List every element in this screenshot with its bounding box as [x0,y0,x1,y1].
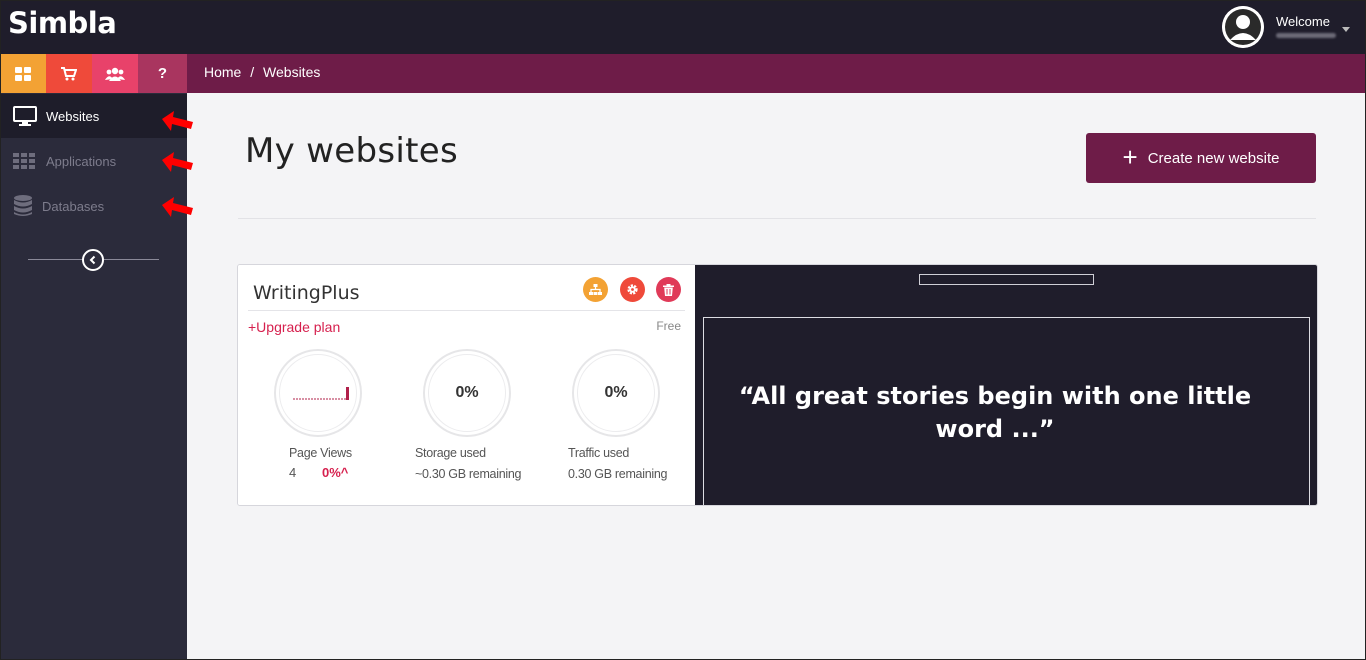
annotation-arrow-icon [162,111,193,131]
avatar[interactable] [1222,6,1264,48]
users-button[interactable] [92,54,138,93]
caret-down-icon[interactable] [1342,27,1350,32]
storage-gauge: 0% [423,349,511,437]
page-views-count: 4 [289,465,297,480]
plan-badge: Free [656,319,681,333]
sidebar-item-websites[interactable]: Websites [0,94,187,138]
breadcrumb-home[interactable]: Home [204,64,241,80]
user-menu[interactable]: Welcome [1222,6,1352,48]
page-title: My websites [245,131,458,171]
upgrade-plan-link[interactable]: +Upgrade plan [248,319,340,335]
traffic-remaining: 0.30 GB remaining [568,467,668,481]
traffic-value: 0% [577,354,655,432]
dashboard-grid-icon [15,66,31,81]
storage-remaining: ~0.30 GB remaining [415,467,522,481]
page-views-sparkline [293,387,349,400]
sidebar-item-label: Applications [46,153,117,169]
preview-quote: “All great stories begin with one little… [738,382,1252,443]
top-header: Simbla Welcome [0,0,1366,54]
create-website-label: Create new website [1147,149,1280,167]
title-divider [238,218,1316,219]
preview-nav-bar [919,274,1094,285]
apps-grid-icon [13,153,35,169]
collapse-sidebar-button[interactable] [82,249,104,271]
monitor-icon [13,106,37,126]
breadcrumb-separator: / [250,64,255,80]
delete-button[interactable] [656,277,681,302]
annotation-arrow-icon [162,152,193,172]
welcome-label: Welcome [1276,14,1330,29]
trash-icon [663,283,674,296]
sidebar-item-databases[interactable]: Databases [0,184,187,228]
card-divider [248,310,685,311]
help-button[interactable]: ? [138,54,187,93]
store-button[interactable] [46,54,92,93]
database-icon [14,195,32,216]
sidebar-item-label: Databases [42,198,105,214]
website-name[interactable]: WritingPlus [253,282,360,304]
dashboard-button[interactable] [0,54,46,93]
storage-value: 0% [428,354,506,432]
breadcrumb: Home / Websites [204,64,325,80]
website-preview[interactable]: “All great stories begin with one little… [695,265,1317,505]
shopping-cart-icon [61,66,77,80]
sitemap-icon [589,283,602,295]
users-icon [105,67,125,81]
sitemap-button[interactable] [583,277,608,302]
settings-button[interactable] [620,277,645,302]
sidebar-item-label: Websites [46,108,100,124]
page-views-label: Page Views [289,446,352,460]
page-views-gauge [274,349,362,437]
help-icon: ? [157,65,168,82]
sidebar-item-applications[interactable]: Applications [0,139,187,183]
breadcrumb-current: Websites [263,64,321,80]
traffic-gauge: 0% [572,349,660,437]
website-card: WritingPlus +Upgrade plan Free 0% 0% Pag… [237,264,1318,506]
brand-logo[interactable]: Simbla [8,6,117,40]
create-website-button[interactable]: + Create new website [1086,133,1316,183]
chevron-left-icon [89,255,96,265]
gear-icon [627,284,638,295]
username-redacted [1276,33,1336,38]
page-views-change: 0%^ [322,465,349,480]
traffic-label: Traffic used [568,446,630,460]
sidebar: Websites Applications Databases [0,93,187,660]
plus-icon: + [1122,141,1138,172]
website-card-info: WritingPlus +Upgrade plan Free 0% 0% Pag… [238,265,695,505]
toolbar: ? Home / Websites [0,54,1366,93]
annotation-arrow-icon [162,197,193,217]
website-actions [583,277,683,303]
storage-label: Storage used [415,446,486,460]
